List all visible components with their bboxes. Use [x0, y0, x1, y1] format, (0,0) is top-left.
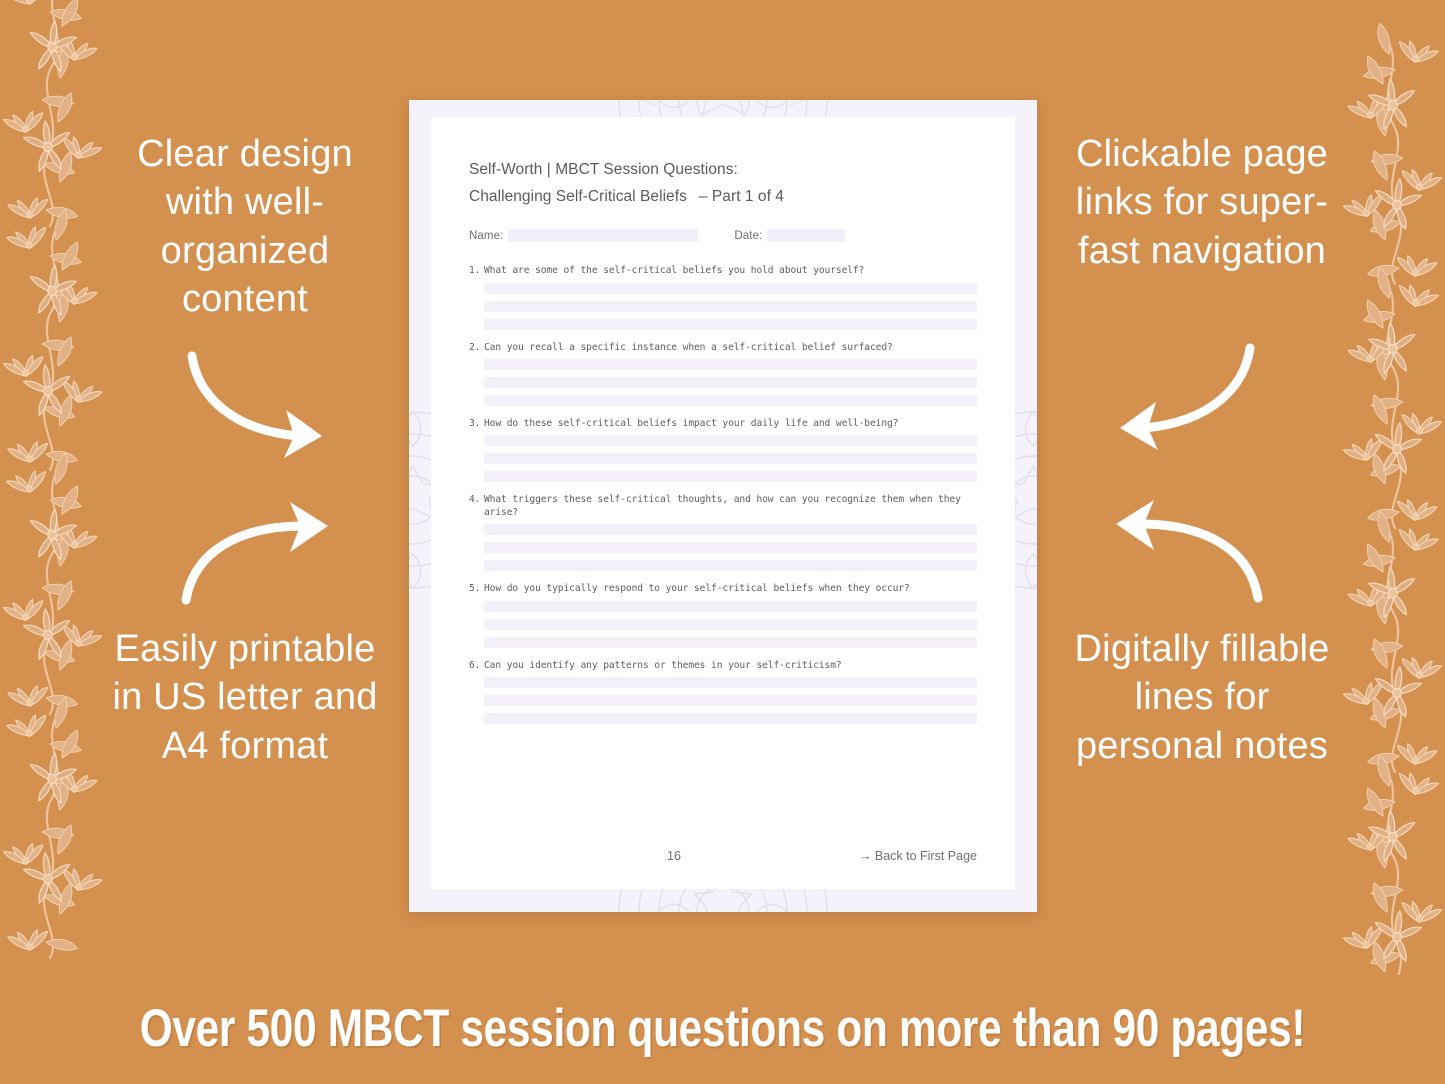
worksheet-part-label: – Part 1 of 4 — [698, 187, 784, 205]
question-number: 4. — [469, 494, 481, 506]
answer-lines — [469, 676, 977, 724]
question-number: 2. — [469, 341, 481, 353]
question-number: 1. — [469, 265, 481, 277]
answer-line-input[interactable] — [484, 694, 977, 706]
name-date-row: Name: Date: — [469, 229, 977, 243]
worksheet-page: Self-Worth | MBCT Session Questions: Cha… — [409, 100, 1037, 912]
worksheet-subtitle-text: Challenging Self-Critical Beliefs — [469, 187, 687, 205]
question-block: 3. How do these self-critical beliefs imp… — [469, 417, 977, 483]
answer-line-input[interactable] — [484, 435, 977, 447]
question-block: 5. How do you typically respond to your s… — [469, 582, 977, 648]
answer-line-input[interactable] — [484, 358, 977, 370]
answer-line-input[interactable] — [484, 636, 977, 648]
callout-clickable-links: Clickable page links for super-fast navi… — [1075, 133, 1329, 272]
question-text-row: 3. How do these self-critical beliefs imp… — [469, 417, 977, 430]
worksheet-footer: 16 → Back to First Page — [469, 849, 977, 863]
question-block: 2. Can you recall a specific instance whe… — [469, 341, 977, 406]
question-prompt: What are some of the self-critical belie… — [484, 265, 865, 277]
callout-fillable-lines: Digitally fillable lines for personal no… — [1074, 628, 1330, 767]
answer-line-input[interactable] — [484, 676, 977, 688]
answer-line-input[interactable] — [484, 560, 977, 572]
questions-list: 1. What are some of the self-critical bel… — [469, 264, 977, 724]
curved-arrow-down-right-icon — [187, 351, 322, 458]
date-label: Date: — [734, 229, 763, 242]
question-block: 1. What are some of the self-critical bel… — [469, 264, 977, 330]
back-to-first-page-link[interactable]: → Back to First Page — [859, 849, 977, 863]
question-prompt: How do these self-critical beliefs impac… — [484, 417, 899, 429]
question-block: 4. What triggers these self-critical thou… — [469, 493, 977, 572]
curved-arrow-up-right-icon — [181, 502, 328, 605]
floral-border-left-icon — [0, 0, 115, 975]
answer-line-input[interactable] — [484, 471, 977, 483]
worksheet-title-line1: Self-Worth | MBCT Session Questions: — [469, 157, 977, 184]
question-prompt: Can you recall a specific instance when … — [484, 341, 893, 353]
bottom-banner: Over 500 MBCT session questions on more … — [0, 972, 1445, 1084]
question-block: 6. Can you identify any patterns or theme… — [469, 659, 977, 724]
question-text-row: 1. What are some of the self-critical bel… — [469, 264, 977, 277]
question-text-row: 6. Can you identify any patterns or theme… — [469, 659, 977, 672]
callout-easily-printable: Easily printable in US letter and A4 for… — [112, 628, 378, 767]
name-input[interactable] — [508, 229, 699, 243]
floral-border-right-icon — [1330, 0, 1445, 975]
callout-clear-design: Clear design with well-organized content — [137, 133, 353, 320]
banner-text: Over 500 MBCT session questions on more … — [139, 998, 1306, 1058]
curved-arrow-up-left-icon — [1116, 500, 1263, 603]
answer-line-input[interactable] — [484, 712, 977, 724]
question-prompt: Can you identify any patterns or themes … — [484, 659, 842, 671]
question-prompt: What triggers these self-critical though… — [484, 494, 961, 519]
answer-lines — [469, 600, 977, 648]
worksheet-content: Self-Worth | MBCT Session Questions: Cha… — [431, 117, 1015, 889]
answer-line-input[interactable] — [484, 524, 977, 536]
worksheet-title-text: Self-Worth | MBCT Session Questions: — [469, 161, 738, 178]
answer-line-input[interactable] — [484, 618, 977, 630]
answer-line-input[interactable] — [484, 282, 977, 294]
answer-lines — [469, 358, 977, 406]
answer-lines — [469, 524, 977, 572]
question-prompt: How do you typically respond to your sel… — [484, 583, 910, 595]
question-number: 6. — [469, 659, 481, 671]
question-number: 5. — [469, 583, 481, 595]
answer-line-input[interactable] — [484, 376, 977, 388]
answer-line-input[interactable] — [484, 318, 977, 330]
name-label: Name: — [469, 229, 504, 242]
answer-line-input[interactable] — [484, 394, 977, 406]
question-text-row: 2. Can you recall a specific instance whe… — [469, 341, 977, 354]
answer-line-input[interactable] — [484, 600, 977, 612]
question-text-row: 4. What triggers these self-critical thou… — [469, 493, 977, 519]
question-text-row: 5. How do you typically respond to your s… — [469, 582, 977, 595]
answer-lines — [469, 282, 977, 330]
curved-arrow-down-left-icon — [1120, 343, 1255, 450]
question-number: 3. — [469, 417, 481, 429]
answer-lines — [469, 435, 977, 483]
page-number: 16 — [667, 849, 681, 863]
answer-line-input[interactable] — [484, 453, 977, 465]
answer-line-input[interactable] — [484, 542, 977, 554]
worksheet-title-line2: Challenging Self-Critical Beliefs – Part … — [469, 184, 977, 211]
answer-line-input[interactable] — [484, 300, 977, 312]
date-input[interactable] — [767, 229, 846, 243]
